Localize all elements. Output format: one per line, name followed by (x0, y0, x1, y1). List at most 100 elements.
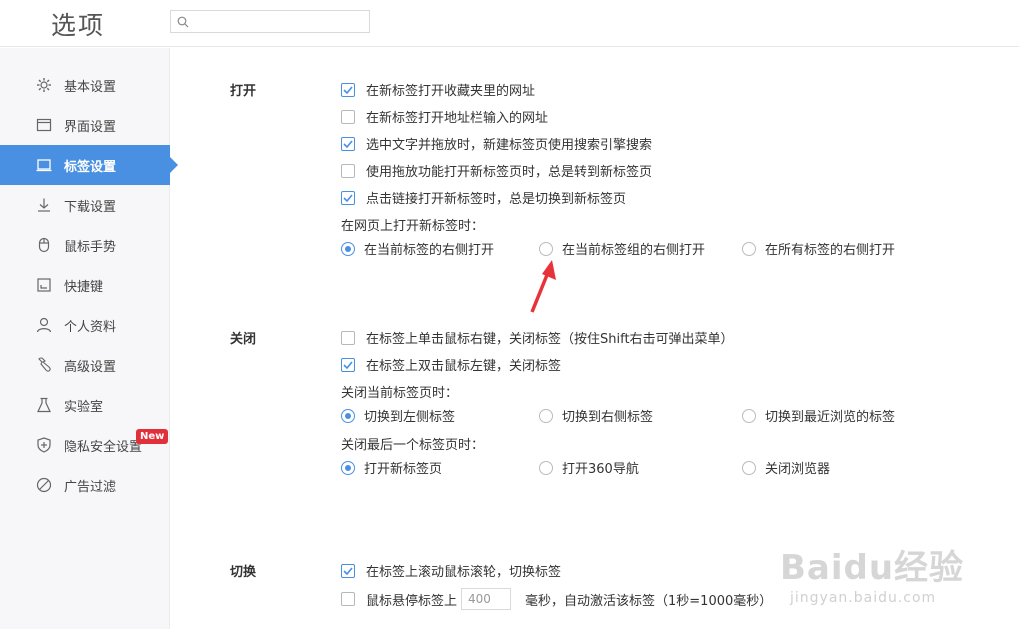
option-label: 在新标签打开地址栏输入的网址 (366, 111, 549, 126)
section-close-label: 关闭 (230, 332, 257, 347)
sidebar-item-label: 界面设置 (64, 120, 117, 135)
search-icon (177, 16, 189, 28)
option-label: 打开360导航 (562, 462, 639, 477)
sidebar-item-label: 实验室 (64, 400, 104, 415)
radio-open-right-group[interactable]: 在当前标签组的右侧打开 (539, 239, 705, 258)
watermark-sub: jingyan.baidu.com (790, 590, 937, 606)
checkbox[interactable] (341, 357, 355, 372)
page-title: 选项 (51, 11, 106, 40)
shield-icon (37, 437, 51, 453)
option-label: 在标签上滚动鼠标滚轮，切换标签 (366, 565, 562, 580)
sidebar-item-profile[interactable]: 个人资料 (0, 305, 170, 345)
option-label: 切换到左侧标签 (364, 410, 456, 425)
sidebar-item-download[interactable]: 下载设置 (0, 185, 170, 225)
open-option-1[interactable]: 在新标签打开地址栏输入的网址 (341, 107, 548, 126)
sidebar-item-label: 隐私安全设置 (64, 440, 143, 455)
option-label: 打开新标签页 (364, 462, 443, 477)
radio-last-360-nav[interactable]: 打开360导航 (539, 458, 639, 477)
search-box[interactable] (170, 10, 370, 33)
checkbox[interactable] (341, 82, 355, 97)
checkbox[interactable] (341, 592, 355, 606)
sidebar-item-label: 广告过滤 (64, 480, 117, 495)
sidebar-item-shortcut[interactable]: 快捷键 (0, 265, 170, 305)
sidebar-item-label: 基本设置 (64, 80, 117, 95)
radio-close-left[interactable]: 切换到左侧标签 (341, 406, 455, 425)
radio-open-right-all[interactable]: 在所有标签的右侧打开 (742, 239, 895, 258)
checkbox[interactable] (341, 330, 355, 345)
block-icon (36, 477, 52, 493)
sidebar-item-label: 下载设置 (64, 200, 117, 215)
watermark-text: Baidu经验 (780, 548, 965, 588)
radio-close-right[interactable]: 切换到右侧标签 (539, 406, 653, 425)
sidebar-item-tabs[interactable]: 标签设置 (0, 145, 178, 185)
close-option-1[interactable]: 在标签上双击鼠标左键，关闭标签 (341, 355, 561, 374)
section-open-label: 打开 (230, 84, 257, 99)
option-label: 在所有标签的右侧打开 (765, 243, 896, 258)
close-option-0[interactable]: 在标签上单击鼠标右键，关闭标签（按住Shift右击可弹出菜单） (341, 328, 734, 347)
sidebar-item-label: 高级设置 (64, 360, 117, 375)
option-label: 关闭浏览器 (765, 462, 831, 477)
radio-button[interactable] (539, 408, 553, 423)
option-label: 在新标签打开收藏夹里的网址 (366, 84, 536, 99)
open-option-0[interactable]: 在新标签打开收藏夹里的网址 (341, 80, 535, 99)
checkbox[interactable] (341, 563, 355, 578)
option-label: 在标签上双击鼠标左键，关闭标签 (366, 359, 562, 374)
window-icon (36, 118, 52, 132)
checkbox[interactable] (341, 163, 355, 178)
checkbox[interactable] (341, 190, 355, 205)
checkbox[interactable] (341, 109, 355, 124)
open-option-4[interactable]: 点击链接打开新标签时，总是切换到新标签页 (341, 188, 626, 207)
sidebar-item-privacy[interactable]: 隐私安全设置 New (0, 425, 170, 465)
option-label: 在当前标签的右侧打开 (364, 243, 495, 258)
close-current-label: 关闭当前标签页时： (341, 386, 459, 401)
sidebar-item-label: 鼠标手势 (64, 240, 117, 255)
radio-button[interactable] (341, 241, 355, 256)
option-label: 在标签上单击鼠标右键，关闭标签（按住Shift右击可弹出菜单） (366, 332, 734, 347)
close-last-label: 关闭最后一个标签页时： (341, 438, 485, 453)
radio-last-close-browser[interactable]: 关闭浏览器 (742, 458, 830, 477)
sidebar-item-basic[interactable]: 基本设置 (0, 65, 170, 105)
radio-button[interactable] (742, 241, 756, 256)
option-label: 选中文字并拖放时，新建标签页使用搜索引擎搜索 (366, 138, 653, 153)
radio-button[interactable] (539, 241, 553, 256)
open-option-3[interactable]: 使用拖放功能打开新标签页时，总是转到新标签页 (341, 161, 652, 180)
open-position-label: 在网页上打开新标签时： (341, 219, 485, 234)
sidebar-item-label: 快捷键 (64, 280, 104, 295)
switch-option-0[interactable]: 在标签上滚动鼠标滚轮，切换标签 (341, 561, 561, 580)
tab-icon (36, 159, 52, 172)
option-label: 鼠标悬停标签上 (366, 593, 458, 609)
new-badge: New (136, 429, 169, 444)
sidebar-item-mouse-gesture[interactable]: 鼠标手势 (0, 225, 170, 265)
radio-button[interactable] (341, 460, 355, 475)
sidebar-item-adblock[interactable]: 广告过滤 (0, 465, 170, 505)
sidebar-item-ui[interactable]: 界面设置 (0, 105, 170, 145)
radio-last-new-tab[interactable]: 打开新标签页 (341, 458, 442, 477)
search-input[interactable] (193, 13, 365, 30)
option-label: 在当前标签组的右侧打开 (562, 243, 706, 258)
option-label: 切换到最近浏览的标签 (765, 410, 896, 425)
option-label: 切换到右侧标签 (562, 410, 654, 425)
switch-hover-option[interactable]: 鼠标悬停标签上 毫秒，自动激活该标签（1秒=1000毫秒） (341, 588, 772, 610)
user-icon (36, 317, 52, 333)
radio-button[interactable] (539, 460, 553, 475)
radio-button[interactable] (742, 408, 756, 423)
annotation-arrow-icon (530, 260, 556, 313)
wrench-icon (38, 357, 51, 372)
gear-icon (37, 78, 51, 92)
radio-open-right-current[interactable]: 在当前标签的右侧打开 (341, 239, 494, 258)
sidebar-item-advanced[interactable]: 高级设置 (0, 345, 170, 385)
sidebar-item-lab[interactable]: 实验室 (0, 385, 170, 425)
section-switch-label: 切换 (230, 565, 257, 580)
mouse-icon (38, 237, 50, 253)
flask-icon (37, 397, 51, 413)
radio-button[interactable] (341, 408, 355, 423)
download-icon (38, 198, 50, 212)
sidebar-item-label: 标签设置 (64, 160, 117, 175)
option-label: 毫秒，自动激活该标签（1秒=1000毫秒） (525, 593, 773, 609)
open-option-2[interactable]: 选中文字并拖放时，新建标签页使用搜索引擎搜索 (341, 134, 652, 153)
checkbox[interactable] (341, 136, 355, 151)
sidebar-item-label: 个人资料 (64, 320, 117, 335)
radio-close-recent[interactable]: 切换到最近浏览的标签 (742, 406, 895, 425)
radio-button[interactable] (742, 460, 756, 475)
hover-delay-input[interactable] (461, 588, 512, 610)
